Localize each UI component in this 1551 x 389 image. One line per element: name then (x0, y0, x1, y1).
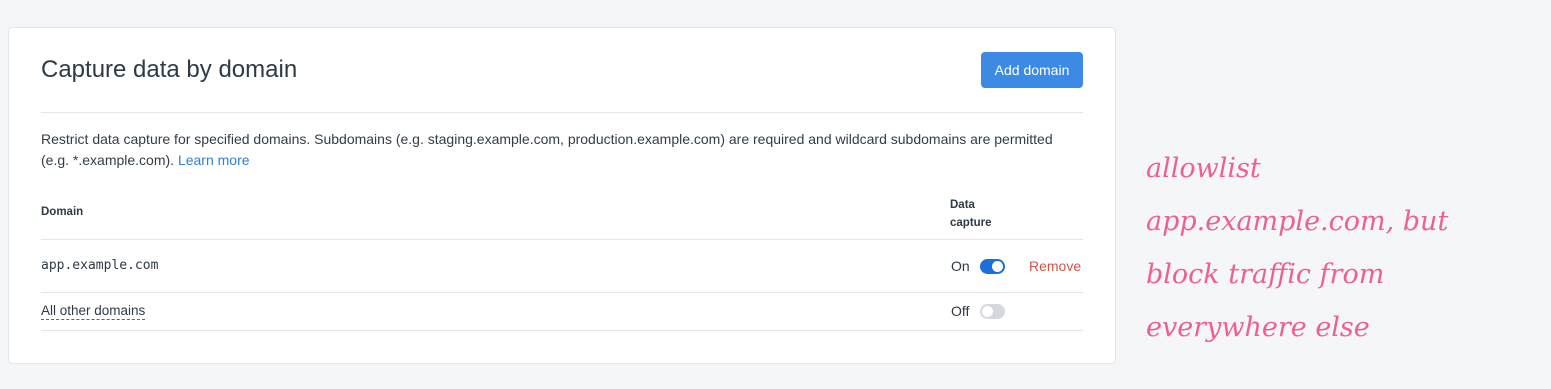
data-capture-header-line1: Data (950, 199, 975, 211)
table-row-domain: app.example.com (41, 258, 159, 273)
toggle-knob (982, 306, 993, 317)
data-capture-column-header: Data capture (950, 196, 992, 232)
annotation-line: allowlist (1146, 153, 1261, 184)
handwritten-annotation: allowlist app.example.com, but block tra… (1146, 142, 1546, 354)
card-title: Capture data by domain (41, 56, 298, 83)
capture-toggle-on[interactable] (980, 259, 1005, 274)
toggle-knob (992, 261, 1003, 272)
capture-state-label: Off (951, 303, 970, 319)
annotation-line: block traffic from (1146, 259, 1385, 290)
row-divider (41, 292, 1083, 293)
add-domain-button[interactable]: Add domain (981, 52, 1083, 88)
annotation-line: app.example.com, but (1146, 206, 1449, 237)
card-description: Restrict data capture for specified doma… (41, 129, 1083, 171)
remove-domain-button[interactable]: Remove (1029, 258, 1081, 274)
header-divider (41, 112, 1083, 113)
learn-more-link[interactable]: Learn more (178, 152, 250, 168)
annotation-line: everywhere else (1146, 312, 1370, 343)
capture-by-domain-card: Capture data by domain Add domain Restri… (8, 27, 1116, 364)
data-capture-header-line2: capture (950, 217, 992, 229)
table-bottom-divider (41, 330, 1083, 331)
domain-column-header: Domain (41, 206, 84, 218)
all-other-domains-label[interactable]: All other domains (41, 303, 146, 320)
all-other-domains-row: All other domains (41, 303, 146, 320)
table-header-divider (41, 239, 1083, 240)
capture-toggle-off[interactable] (980, 304, 1005, 319)
capture-state-label: On (951, 258, 970, 274)
